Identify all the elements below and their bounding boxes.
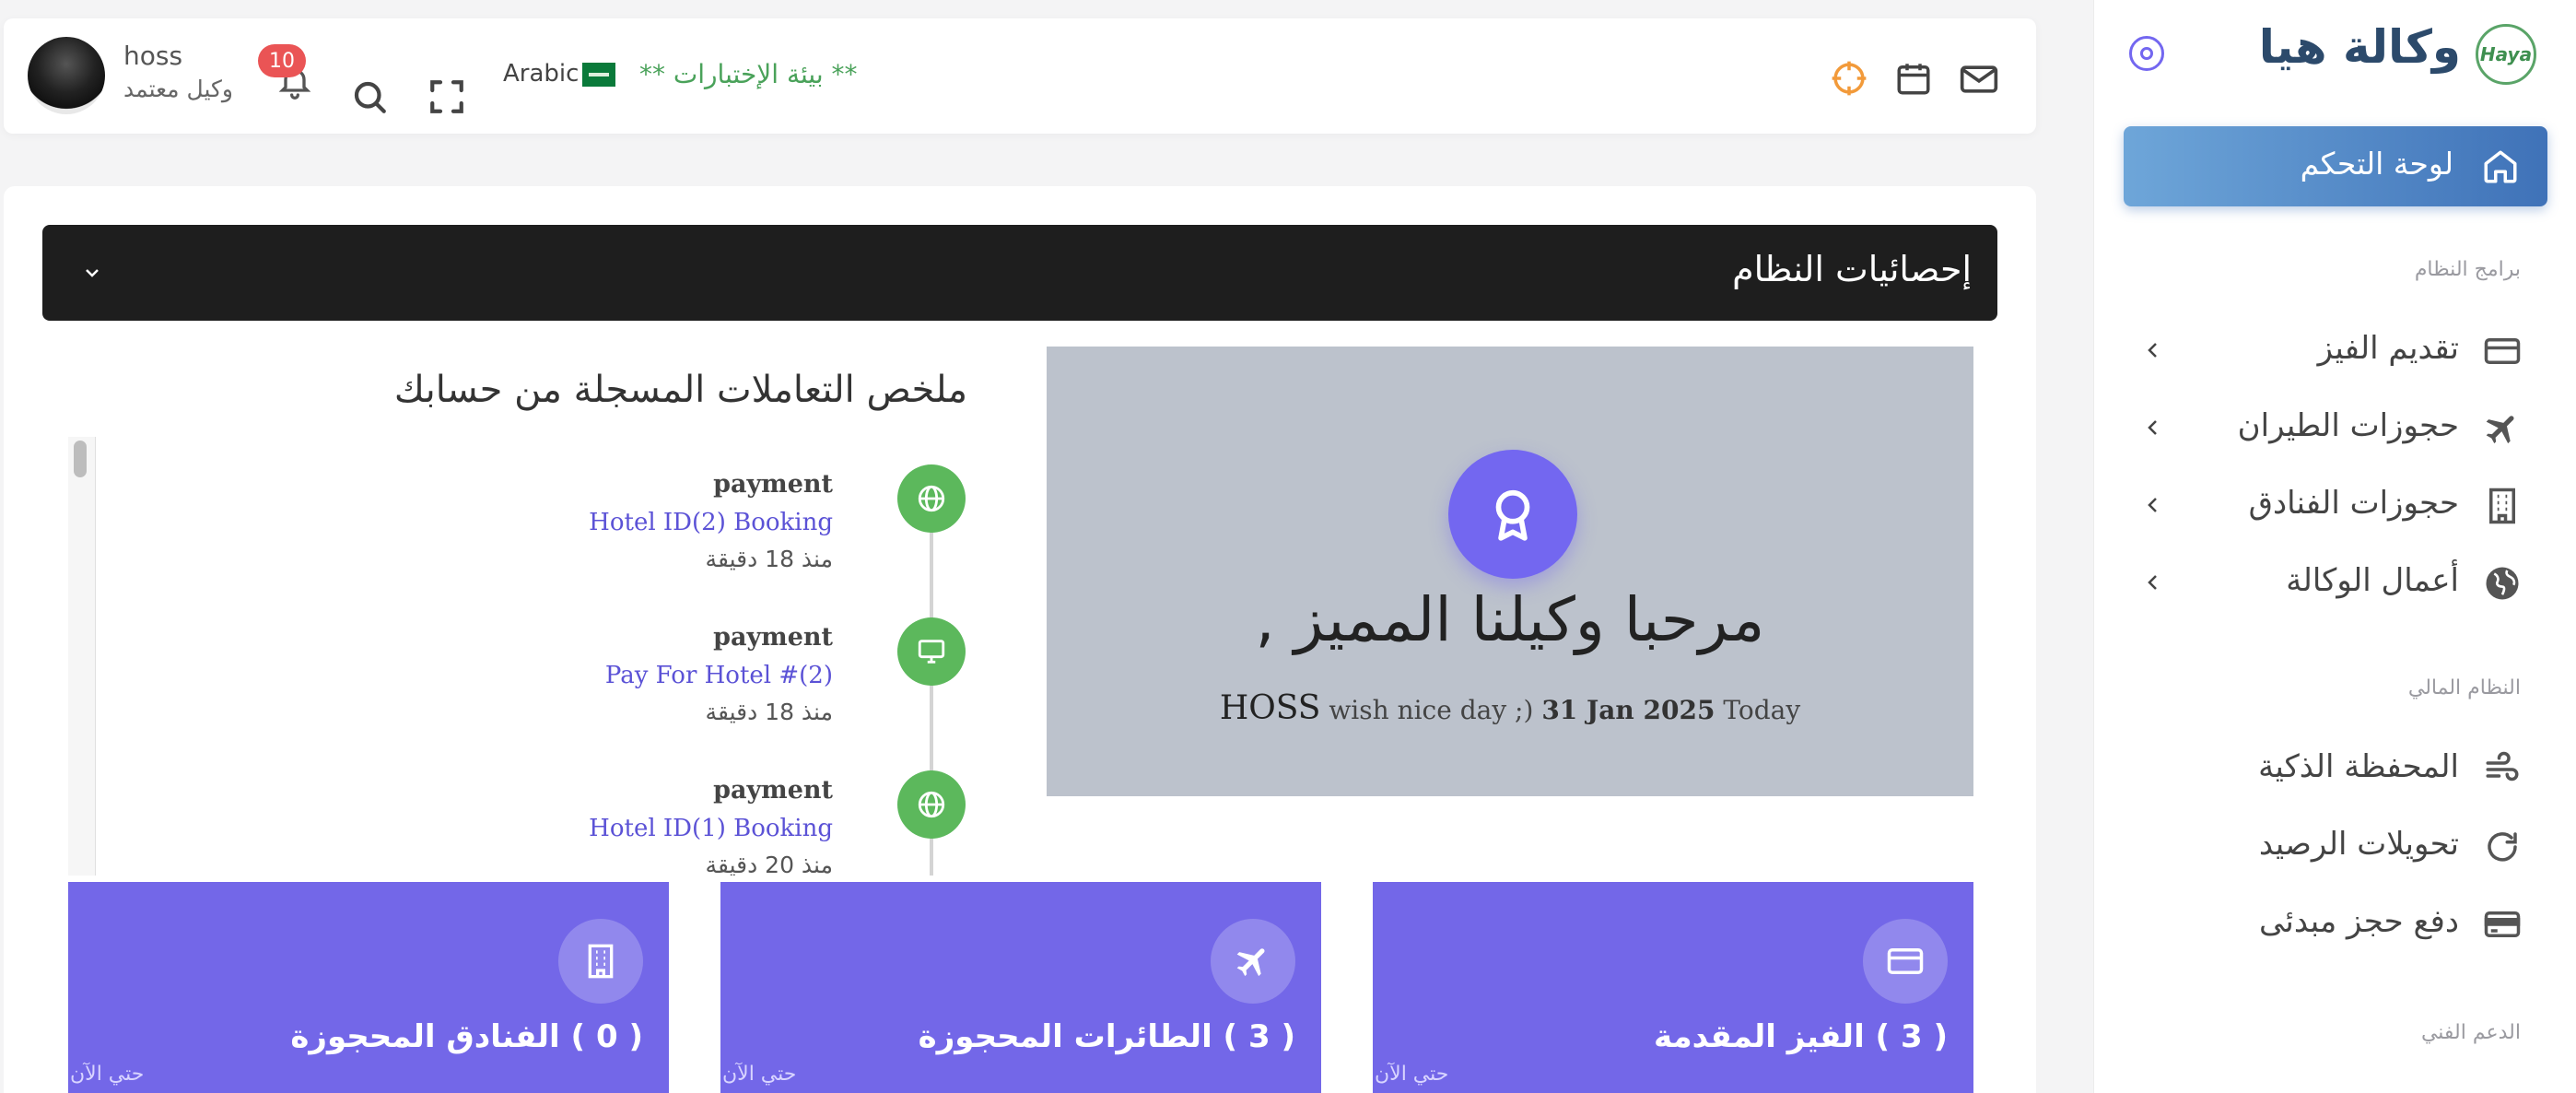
stat-title: ( 3 ) الفيز المقدمة: [1653, 1018, 1948, 1055]
chevron-left-icon: [2148, 420, 2157, 435]
sidebar-item-label: أعمال الوكالة: [2286, 562, 2459, 599]
sidebar-section-support: الدعم الفني: [2420, 1021, 2521, 1044]
sidebar-item-agency-works[interactable]: أعمال الوكالة: [2124, 551, 2547, 616]
credit-card-icon: [1863, 919, 1948, 1004]
transaction-time: منذ 18 دقيقة: [705, 699, 833, 725]
sidebar-item-preliminary-payment[interactable]: دفع حجز مبدئى: [2124, 892, 2547, 957]
welcome-today: Today: [1723, 695, 1801, 725]
stat-title: ( 3 ) الطائرات المحجوزة: [918, 1018, 1295, 1055]
avatar[interactable]: [28, 37, 105, 114]
sidebar-section-finance: النظام المالي: [2407, 676, 2521, 699]
brand: Haya وكالة هيا: [2094, 20, 2576, 87]
transaction-time: منذ 20 دقيقة: [705, 852, 833, 876]
search-icon[interactable]: [350, 77, 389, 116]
mail-icon[interactable]: [1959, 59, 1999, 100]
sidebar-item-label: تقديم الفيز: [2317, 330, 2459, 367]
transactions-timeline: payment Hotel ID(2) Booking منذ 18 دقيقة…: [68, 437, 971, 876]
transaction-type: payment: [713, 776, 833, 805]
globe-icon: [897, 770, 966, 839]
list-item: payment Hotel ID(1) Booking منذ 20 دقيقة: [68, 743, 971, 876]
statistics-panel-header[interactable]: إحصائيات النظام: [42, 225, 1997, 321]
sidebar-item-visa[interactable]: تقديم الفيز: [2124, 319, 2547, 383]
home-icon: [2484, 150, 2517, 183]
stat-subtitle: حتي الآن: [1375, 1063, 1449, 1086]
welcome-title: مرحبا وكيلنا المميز ,: [1255, 584, 1765, 655]
sidebar-item-balance-transfers[interactable]: تحويلات الرصيد: [2124, 815, 2547, 879]
transaction-link[interactable]: Pay For Hotel #(2): [605, 662, 833, 689]
stat-card-visas[interactable]: ( 3 ) الفيز المقدمة حتي الآن: [1373, 882, 1973, 1093]
chevron-left-icon: [2148, 575, 2157, 590]
transaction-time: منذ 18 دقيقة: [705, 546, 833, 572]
sidebar-item-label: تحويلات الرصيد: [2258, 826, 2459, 863]
panel-title: إحصائيات النظام: [1732, 249, 1972, 289]
brand-logo[interactable]: Haya: [2476, 24, 2536, 85]
welcome-date: 31 Jan 2025: [1541, 695, 1715, 725]
welcome-greeting: HOSS wish nice day ;) 31 Jan 2025 Today: [1047, 689, 1973, 727]
sidebar-item-label: دفع حجز مبدئى: [2259, 903, 2459, 940]
brand-name: وكالة هيا: [2258, 20, 2461, 74]
stat-subtitle: حتي الآن: [722, 1063, 797, 1086]
sidebar-section-programs: برامج النظام: [2414, 258, 2521, 281]
notification-badge: 10: [258, 44, 306, 77]
wind-icon: [2486, 751, 2519, 782]
transaction-link[interactable]: Hotel ID(1) Booking: [589, 815, 833, 842]
airplane-icon: [2486, 416, 2514, 444]
chevron-down-icon[interactable]: [81, 262, 103, 284]
welcome-user: HOSS: [1219, 689, 1321, 727]
list-item: payment Pay For Hotel #(2) منذ 18 دقيقة: [68, 590, 971, 737]
airplane-icon: [1211, 919, 1295, 1004]
stat-subtitle: حتي الآن: [70, 1063, 145, 1086]
sidebar-item-label: حجوزات الفنادق: [2248, 485, 2459, 522]
saudi-flag-icon: [582, 63, 615, 87]
transaction-link[interactable]: Hotel ID(2) Booking: [589, 509, 833, 536]
building-icon: [2489, 488, 2515, 524]
monitor-icon: [897, 617, 966, 686]
list-item: payment Hotel ID(2) Booking منذ 18 دقيقة: [68, 437, 971, 584]
welcome-wish: wish nice day ;): [1329, 695, 1534, 725]
sidebar-item-label: حجوزات الطيران: [2237, 407, 2459, 444]
fullscreen-icon[interactable]: [427, 77, 466, 116]
main-content: إحصائيات النظام مرحبا وكيلنا المميز , HO…: [4, 186, 2036, 1093]
transaction-type: payment: [713, 470, 833, 499]
sidebar-item-smart-wallet[interactable]: المحفظة الذكية: [2124, 737, 2547, 802]
crosshair-icon[interactable]: [1830, 59, 1868, 98]
environment-label: ** بيئة الإختبارات **: [639, 59, 858, 89]
sidebar: Haya وكالة هيا لوحة التحكم برامج النظام …: [2093, 0, 2576, 1093]
stat-title: ( 0 ) الفنادق المحجوزة: [290, 1018, 643, 1055]
card-icon: [2484, 911, 2521, 937]
stat-card-hotels[interactable]: ( 0 ) الفنادق المحجوزة حتي الآن: [68, 882, 669, 1093]
sidebar-item-hotels[interactable]: حجوزات الفنادق: [2124, 474, 2547, 538]
welcome-card: مرحبا وكيلنا المميز , HOSS wish nice day…: [1047, 347, 1973, 796]
globe-icon: [2486, 567, 2519, 600]
building-icon: [558, 919, 643, 1004]
transactions-title: ملخص التعاملات المسجلة من حسابك: [393, 369, 967, 411]
globe-icon: [897, 464, 966, 533]
top-navbar: hoss وكيل معتمد 10 Arabic ** بيئة الإختب…: [4, 18, 2036, 134]
credit-card-icon: [2484, 338, 2521, 364]
award-icon: [1448, 450, 1577, 579]
language-selector[interactable]: Arabic: [503, 60, 579, 88]
chevron-left-icon: [2148, 498, 2157, 512]
sidebar-item-flights[interactable]: حجوزات الطيران: [2124, 396, 2547, 461]
chevron-left-icon: [2148, 343, 2157, 358]
sidebar-toggle-icon[interactable]: [2129, 36, 2164, 71]
calendar-icon[interactable]: [1894, 59, 1933, 98]
stat-card-flights[interactable]: ( 3 ) الطائرات المحجوزة حتي الآن: [720, 882, 1321, 1093]
user-role: وكيل معتمد: [123, 76, 233, 102]
transaction-type: payment: [713, 623, 833, 652]
sidebar-item-label: المحفظة الذكية: [2258, 748, 2459, 785]
sidebar-item-dashboard[interactable]: لوحة التحكم: [2124, 126, 2547, 206]
user-name: hoss: [123, 41, 183, 71]
refresh-icon: [2488, 832, 2517, 862]
brand-logo-text: Haya: [2479, 43, 2533, 65]
sidebar-item-label: لوحة التحكم: [2300, 146, 2453, 182]
